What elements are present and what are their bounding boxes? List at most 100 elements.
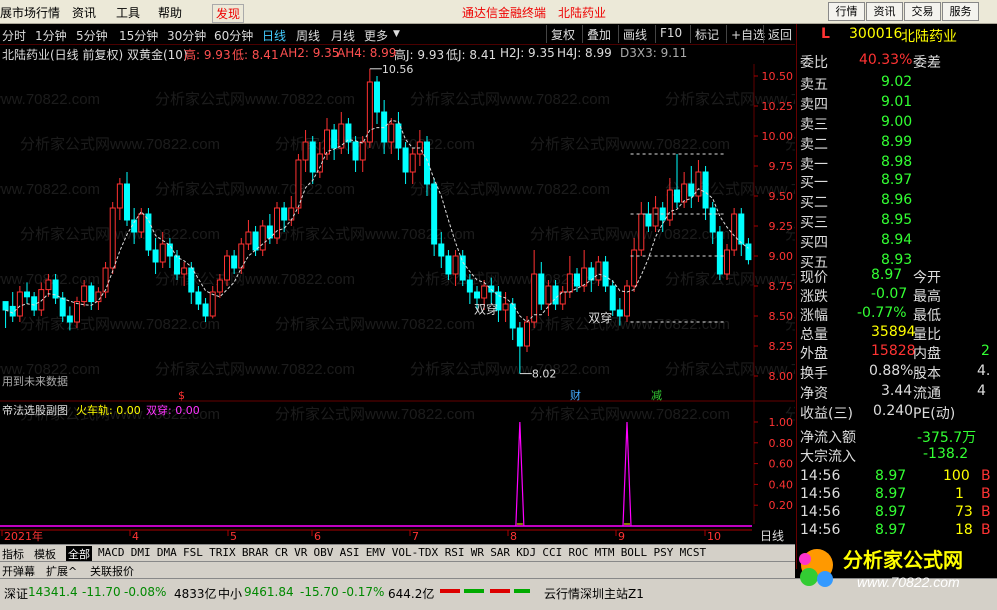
trade-button[interactable]: 交易	[904, 2, 941, 21]
period-toolbar: 分时 1分钟 5分钟 15分钟 30分钟 60分钟 日线 周线 月线 更多 ▼ …	[0, 24, 795, 45]
chart-title: 北陆药业(日线 前复权) 双黄金(10)	[2, 48, 188, 62]
related-quote-button[interactable]: 关联报价	[90, 563, 134, 579]
period-label: 日线	[760, 529, 784, 543]
price-axis: 10.50 10.25 10.00 9.75 9.50 9.25 9.00 8.75 8.50 8…	[762, 70, 794, 383]
period-tab-1min[interactable]: 1分钟	[35, 27, 67, 44]
mark-button[interactable]: 标记	[690, 25, 723, 43]
f10-button[interactable]: F10	[655, 25, 686, 43]
stat-label: 总量	[800, 327, 828, 343]
y-tick-label: 8.75	[769, 280, 794, 293]
indicator-tab[interactable]: OBV	[314, 546, 334, 559]
indicator-tab[interactable]: MTM	[595, 546, 615, 559]
ah2-value: AH2: 9.35	[280, 46, 340, 60]
indicator-tab[interactable]: ROC	[569, 546, 589, 559]
period-tab-60min[interactable]: 60分钟	[214, 27, 253, 44]
candle-body	[516, 327, 523, 347]
watermark-text: 分析家公式网www.70822.com	[155, 181, 355, 198]
stat-label-2: 今开	[913, 270, 941, 286]
indicator-tab[interactable]: 指标	[2, 546, 24, 562]
tick-side: B	[981, 486, 991, 502]
indicator-tab[interactable]: KDJ	[516, 546, 536, 559]
net-asset-label: 净资	[800, 386, 828, 402]
tick-price: 8.97	[875, 468, 907, 484]
tick-side: B	[981, 522, 991, 538]
indicator-tab[interactable]: WR	[471, 546, 484, 559]
candle-body	[159, 243, 166, 263]
highj-value: 高J: 9.93	[394, 48, 445, 62]
danmaku-toggle[interactable]: 开弹幕	[2, 563, 35, 579]
candle-body	[266, 225, 273, 239]
y-tick-label: 10.25	[762, 100, 794, 113]
candle-body	[238, 243, 245, 269]
period-tab-weekly[interactable]: 周线	[296, 27, 320, 44]
candle-body	[574, 273, 580, 287]
overlay-button[interactable]: 叠加	[582, 25, 615, 43]
indicator-tab[interactable]: PSY	[654, 546, 674, 559]
candle-body	[409, 153, 416, 173]
tick-price: 8.97	[875, 522, 907, 538]
tick-time: 14:56	[800, 522, 841, 538]
candle-body	[95, 291, 102, 303]
share-capital-value: 4.	[977, 363, 991, 379]
candle-body	[31, 296, 38, 311]
candle-body	[245, 231, 252, 245]
event-marker: 减	[651, 389, 662, 402]
indicator-tab[interactable]: CCI	[542, 546, 562, 559]
expand-button[interactable]: 扩展^	[46, 563, 77, 579]
period-tab-timeshare[interactable]: 分时	[2, 27, 26, 44]
candle-body	[652, 207, 659, 227]
indicator-tab[interactable]: ASI	[340, 546, 360, 559]
bid-label: 买四	[800, 235, 828, 251]
period-tab-15min[interactable]: 15分钟	[119, 27, 158, 44]
info-button[interactable]: 资讯	[866, 2, 903, 21]
menu-news[interactable]: 资讯	[72, 4, 96, 21]
menu-market[interactable]: 展市场行情	[0, 4, 60, 21]
menu-discover[interactable]: 发现	[212, 4, 245, 23]
market-bars	[440, 587, 534, 601]
period-tab-30min[interactable]: 30分钟	[167, 27, 206, 44]
indicator-tab[interactable]: EMV	[366, 546, 386, 559]
sub-y-tick-label: 0.20	[769, 499, 794, 512]
kline-chart[interactable]: 分析家公式网www.70822.com 分析家公式网www.70822.com 分析…	[0, 64, 795, 544]
indicator-tab[interactable]: SAR	[490, 546, 510, 559]
indicator-tab[interactable]: MACD	[98, 546, 125, 559]
quote-row: 涨幅 -0.77% 最低	[797, 305, 997, 324]
candle-body	[688, 183, 695, 197]
period-tab-5min[interactable]: 5分钟	[76, 27, 108, 44]
quote-button[interactable]: 行情	[828, 2, 865, 21]
menu-help[interactable]: 帮助	[158, 4, 182, 21]
indicator-tab[interactable]: MCST	[680, 546, 707, 559]
bid-price: 8.95	[881, 212, 913, 228]
indicator-tab[interactable]: VOL-TDX	[392, 546, 438, 559]
service-button[interactable]: 服务	[942, 2, 979, 21]
period-tab-monthly[interactable]: 月线	[331, 27, 355, 44]
candle-body	[302, 141, 309, 161]
candle-body	[545, 285, 552, 305]
candle-body	[738, 213, 745, 245]
stat-value: 35894	[871, 324, 916, 340]
adjust-button[interactable]: 复权	[546, 25, 579, 43]
candle-body	[138, 213, 145, 233]
quote-row: 卖一 8.98	[797, 154, 997, 173]
candle-body	[331, 129, 338, 149]
candle-body	[566, 273, 573, 293]
sz-index-amount: 4833亿	[174, 587, 217, 601]
draw-button[interactable]: 画线	[618, 25, 651, 43]
period-tab-daily[interactable]: 日线	[262, 27, 286, 44]
indicator-tab[interactable]: TRIX	[209, 546, 236, 559]
candle-body	[116, 183, 123, 209]
indicator-tab[interactable]: RSI	[445, 546, 465, 559]
back-button[interactable]: 返回	[763, 25, 796, 43]
indicator-tab[interactable]: BOLL	[621, 546, 648, 559]
indicator-tab[interactable]: FSL	[183, 546, 203, 559]
indicator-tab[interactable]: 模板	[34, 546, 56, 562]
indicator-tab[interactable]: CR	[275, 546, 288, 559]
period-tab-more[interactable]: 更多	[364, 27, 388, 44]
indicator-tab[interactable]: BRAR	[242, 546, 269, 559]
indicator-tab[interactable]: 全部	[66, 546, 92, 562]
more-dropdown-icon[interactable]: ▼	[393, 29, 400, 39]
indicator-tab[interactable]: DMI	[131, 546, 151, 559]
indicator-tab[interactable]: DMA	[157, 546, 177, 559]
indicator-tab[interactable]: VR	[294, 546, 307, 559]
menu-tools[interactable]: 工具	[116, 4, 140, 21]
